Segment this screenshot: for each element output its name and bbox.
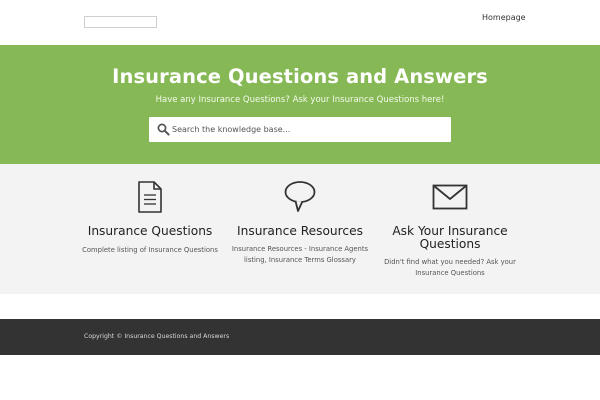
hero-subtitle: Have any Insurance Questions? Ask your I… (155, 95, 445, 105)
search-box (149, 117, 451, 142)
search-input[interactable] (171, 117, 447, 142)
feature-title[interactable]: Insurance Resources (225, 225, 375, 238)
feature-title[interactable]: Ask Your Insurance Questions (375, 225, 525, 250)
hero-title: Insurance Questions and Answers (112, 65, 488, 88)
search-icon (157, 123, 170, 136)
feature-description: Didn't find what you needed? Ask your In… (384, 258, 516, 277)
footer: Copyright © Insurance Questions and Answ… (0, 319, 600, 355)
document-icon (138, 181, 162, 213)
feature-title[interactable]: Insurance Questions (75, 225, 225, 238)
footer-copyright: Copyright © Insurance Questions and Answ… (84, 333, 230, 340)
nav-link-homepage[interactable]: Homepage (482, 13, 526, 22)
features-section: Insurance Questions Complete listing of … (0, 164, 600, 294)
feature-description: Complete listing of Insurance Questions (82, 246, 218, 254)
hero-section: Insurance Questions and Answers Have any… (0, 45, 600, 164)
feature-description: Insurance Resources - Insurance Agents l… (231, 245, 369, 264)
site-logo[interactable] (84, 16, 157, 28)
top-navbar: Homepage (0, 0, 600, 45)
envelope-icon (432, 184, 468, 210)
speech-bubble-icon (284, 181, 316, 212)
